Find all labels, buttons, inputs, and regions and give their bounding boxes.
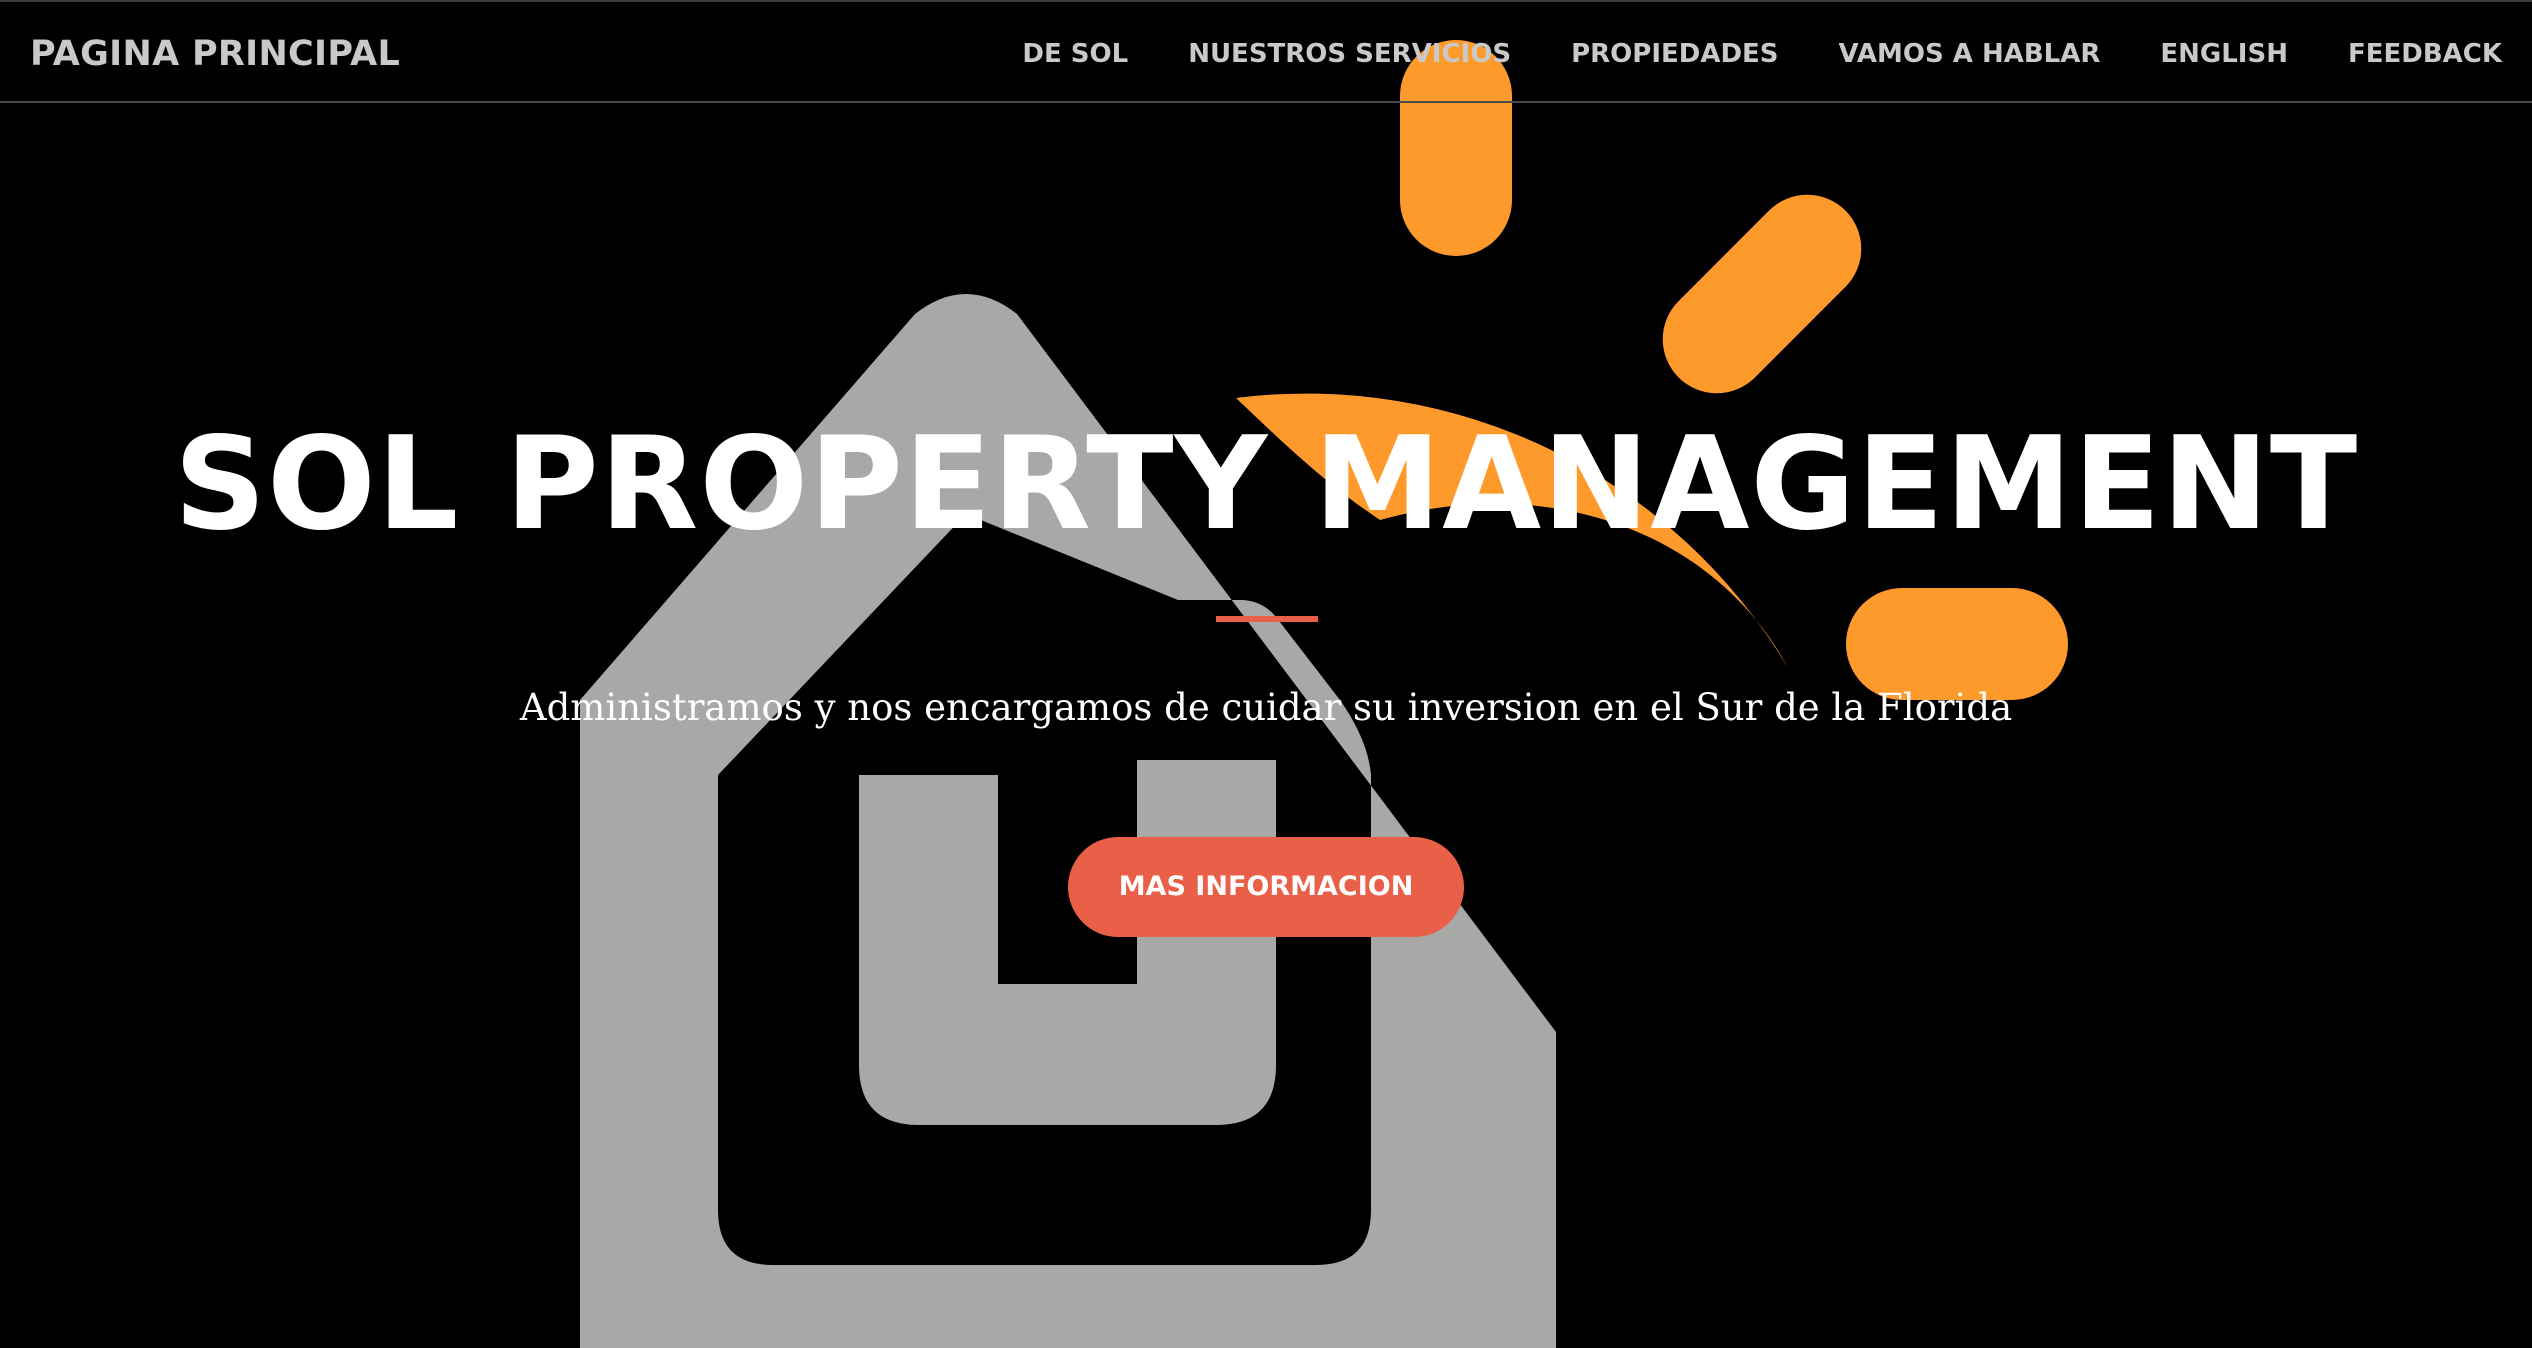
hero-title: SOL PROPERTY MANAGEMENT bbox=[173, 410, 2359, 559]
nav-link-nuestros-servicios[interactable]: NUESTROS SERVICIOS bbox=[1188, 38, 1511, 70]
nav-item-de-sol: DE SOL bbox=[1022, 38, 1128, 70]
nav-item-english: ENGLISH bbox=[2160, 38, 2288, 70]
house-inner-mark-icon bbox=[859, 760, 1276, 1125]
hero-subtitle: Administramos y nos encargamos de cuidar… bbox=[519, 686, 2013, 729]
brand-home-link[interactable]: PAGINA PRINCIPAL bbox=[30, 34, 400, 74]
sol-house-sun-logo bbox=[580, 40, 2068, 1348]
nav-link-propiedades[interactable]: PROPIEDADES bbox=[1571, 38, 1778, 70]
hero-divider bbox=[1216, 616, 1318, 622]
nav-link-vamos-a-hablar[interactable]: VAMOS A HABLAR bbox=[1839, 38, 2101, 70]
nav-item-propiedades: PROPIEDADES bbox=[1571, 38, 1778, 70]
nav-item-nuestros-servicios: NUESTROS SERVICIOS bbox=[1188, 38, 1511, 70]
nav-menu: DE SOL NUESTROS SERVICIOS PROPIEDADES VA… bbox=[1022, 38, 2502, 70]
nav-item-vamos-a-hablar: VAMOS A HABLAR bbox=[1839, 38, 2101, 70]
nav-item-feedback: FEEDBACK bbox=[2348, 38, 2502, 70]
mas-informacion-button[interactable]: MAS INFORMACION bbox=[1068, 837, 1464, 937]
sun-rays-icon bbox=[1400, 40, 2068, 700]
nav-link-de-sol[interactable]: DE SOL bbox=[1022, 38, 1128, 70]
nav-link-english[interactable]: ENGLISH bbox=[2160, 38, 2288, 70]
top-navbar: PAGINA PRINCIPAL DE SOL NUESTROS SERVICI… bbox=[0, 0, 2532, 103]
nav-link-feedback[interactable]: FEEDBACK bbox=[2348, 38, 2502, 70]
